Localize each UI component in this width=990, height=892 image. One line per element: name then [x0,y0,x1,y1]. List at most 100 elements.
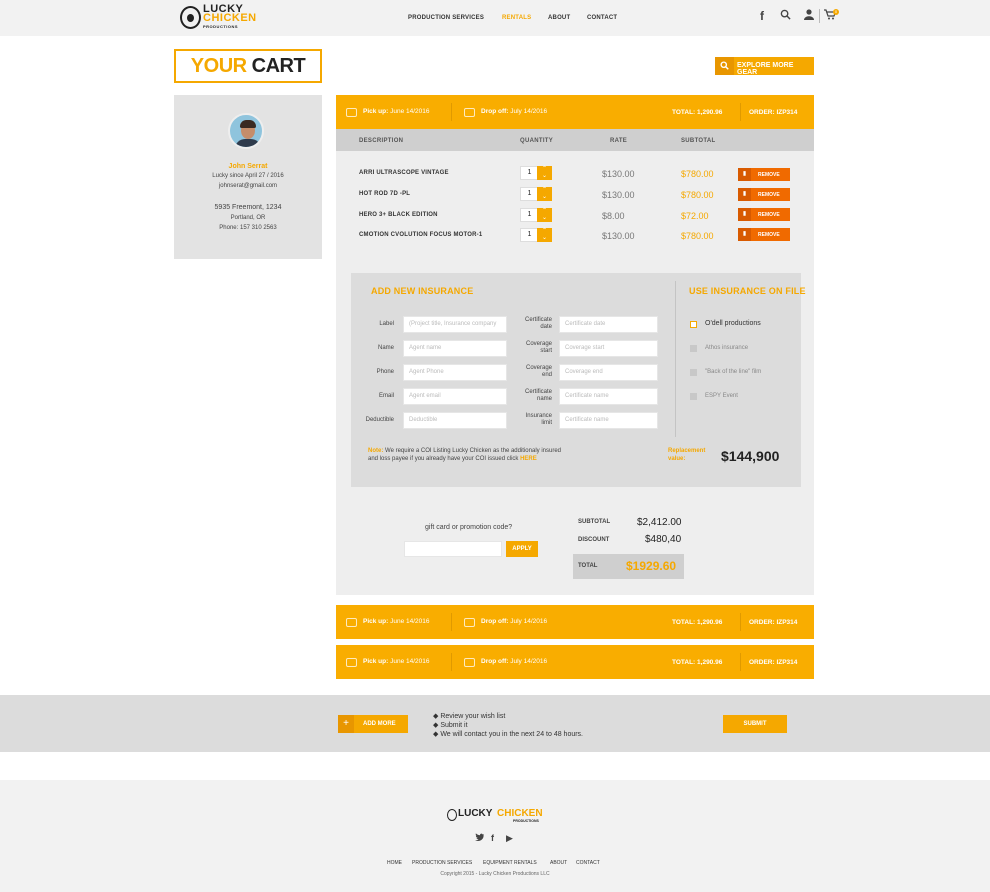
subtotal-label: SUBTOTAL [578,519,611,525]
action-bar [0,695,990,752]
facebook-icon[interactable]: f [760,9,764,23]
submit-button[interactable]: SUBMIT [723,715,787,733]
order-total: TOTAL: 1,290.96 [672,619,723,626]
coverage-start-input[interactable]: Coverage start [559,340,658,357]
remove-button[interactable]: ▮ REMOVE [738,228,790,241]
youtube-icon[interactable]: ▶ [506,833,513,844]
promo-code-input[interactable] [404,541,502,557]
order-bar[interactable]: Pick up: June 14/2016 Drop off: July 14/… [336,645,814,679]
total-value: $1929.60 [626,559,677,573]
twitter-icon[interactable] [475,833,484,843]
quantity-stepper[interactable]: 1 ⌃ ⌄ [520,187,552,201]
divider [740,613,741,631]
user-icon[interactable] [804,9,814,23]
item-subtotal: $780.00 [681,169,714,179]
calendar-icon [464,618,475,627]
cart-count-badge: 0 [833,9,839,15]
dropoff-text: Drop off: July 14/2016 [481,658,548,665]
nav-production-services[interactable]: PRODUCTION SERVICES [408,15,484,21]
footer-nav-contact[interactable]: CONTACT [576,860,600,866]
col-subtotal: SUBTOTAL [681,138,716,144]
quantity-stepper[interactable]: 1 ⌃ ⌄ [520,166,552,180]
insurance-checkbox[interactable] [690,321,697,328]
quantity-stepper[interactable]: 1 ⌃ ⌄ [520,208,552,222]
agent-email-input[interactable]: Agent email [403,388,507,405]
order-total: TOTAL: 1,290.96 [672,659,723,666]
insurance-limit-input[interactable]: Certificate name [559,412,658,429]
chevron-updown-icon[interactable]: ⌃ ⌄ [537,228,552,242]
note-text: and loss payee if you already have your … [368,456,519,462]
order-bar[interactable]: Pick up: June 14/2016 Drop off: July 14/… [336,95,814,129]
note-label: Note: [368,448,384,454]
calendar-icon [346,108,357,117]
insurance-option-label[interactable]: O'dell productions [705,320,761,327]
insurance-option-label[interactable]: Athos insurance [705,345,748,351]
order-number: ORDER: IZP314 [749,659,798,666]
remove-button[interactable]: ▮ REMOVE [738,208,790,221]
profile-since: Lucky since April 27 / 2016 [212,173,284,179]
footer-nav-home[interactable]: HOME [387,860,402,866]
page-title: YOUR CART [174,49,322,83]
step-item: ◆ Submit it [433,722,468,729]
nav-contact[interactable]: CONTACT [587,15,617,21]
certificate-date-input[interactable]: Certificate date [559,316,658,333]
coverage-end-input[interactable]: Coverage end [559,364,658,381]
replacement-label: Replacement value: [668,448,706,462]
col-rate: RATE [610,138,628,144]
item-description: ARRI ULTRASCOPE VINTAGE [359,170,449,176]
footer-logo-icon[interactable] [447,809,457,821]
item-rate: $130.00 [602,169,635,179]
facebook-icon[interactable]: f [491,833,494,843]
field-label: Deductible [365,417,394,423]
add-more-button[interactable]: + ADD MORE [338,715,408,733]
certificate-name-input[interactable]: Certificate name [559,388,658,405]
step-item: ◆ Review your wish list [433,713,506,720]
footer-nav-equipment-rentals[interactable]: EQUIPMENT RENTALS [483,860,537,866]
chevron-updown-icon[interactable]: ⌃ ⌄ [537,187,552,201]
apply-button[interactable]: APPLY [506,541,538,557]
field-label: Insurance limit [525,413,552,426]
footer-nav-production-services[interactable]: PRODUCTION SERVICES [412,860,472,866]
replacement-value: $144,900 [721,448,780,464]
insurance-option-label[interactable]: "Back of the line" film [705,369,761,375]
item-rate: $130.00 [602,190,635,200]
insurance-option-label[interactable]: ESPY Event [705,393,738,399]
agent-name-input[interactable]: Agent name [403,340,507,357]
explore-more-gear-button[interactable]: EXPLORE MORE GEAR [715,57,814,76]
footer-nav-about[interactable]: ABOUT [550,860,567,866]
logo-text-chicken[interactable]: CHICKEN [203,13,257,24]
quantity-value: 1 [527,190,532,197]
chevron-updown-icon[interactable]: ⌃ ⌄ [537,166,552,180]
footer-logo-lucky[interactable]: LUCKY [458,808,492,819]
quantity-stepper[interactable]: 1 ⌃ ⌄ [520,228,552,242]
item-description: HOT ROD 7D -PL [359,191,411,197]
divider [451,653,452,671]
insurance-checkbox[interactable] [690,345,697,352]
logo-icon[interactable] [180,6,201,29]
nav-about[interactable]: ABOUT [548,15,570,21]
remove-button[interactable]: ▮ REMOVE [738,188,790,201]
search-icon[interactable] [780,9,791,23]
order-number: ORDER: IZP314 [749,109,798,116]
table-header: DESCRIPTION QUANTITY RATE SUBTOTAL [336,129,814,151]
explore-label: EXPLORE MORE GEAR [737,62,794,76]
insurance-checkbox[interactable] [690,369,697,376]
remove-label: REMOVE [758,172,780,178]
order-bar[interactable]: Pick up: June 14/2016 Drop off: July 14/… [336,605,814,639]
label-input[interactable]: (Project title, Insurance company [403,316,507,333]
coi-here-link[interactable]: HERE [520,456,537,462]
divider [451,103,452,121]
nav-rentals[interactable]: RENTALS [502,15,531,21]
field-label: Label [379,321,394,327]
total-box: TOTAL $1929.60 [573,554,684,579]
agent-phone-input[interactable]: Agent Phone [403,364,507,381]
remove-button[interactable]: ▮ REMOVE [738,168,790,181]
footer-logo-chicken[interactable]: CHICKEN [497,808,543,819]
deductible-input[interactable]: Deductible [403,412,507,429]
quantity-value: 1 [527,231,532,238]
insurance-divider [675,281,676,437]
chevron-updown-icon[interactable]: ⌃ ⌄ [537,208,552,222]
divider [451,613,452,631]
insurance-checkbox[interactable] [690,393,697,400]
profile-phone: Phone: 157 310 2563 [219,225,277,231]
